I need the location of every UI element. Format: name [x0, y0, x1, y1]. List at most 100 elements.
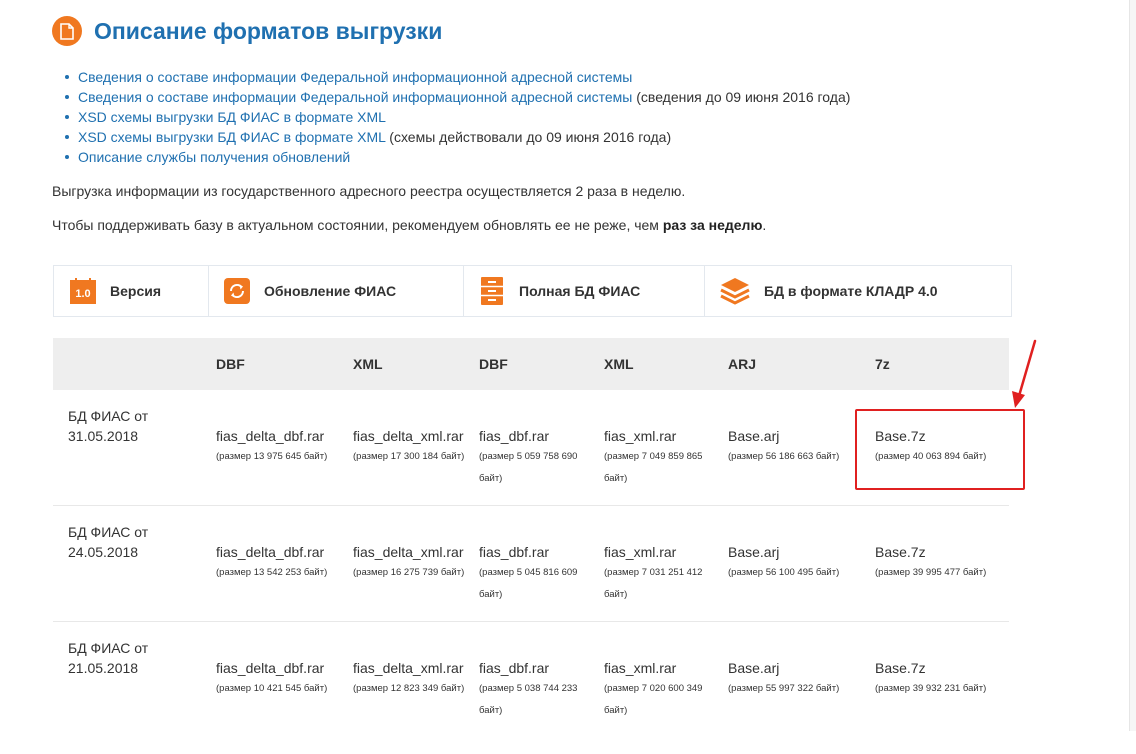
file-size: (размер 16 275 739 байт)	[353, 567, 465, 578]
file-size: (размер 17 300 184 байт)	[353, 451, 465, 462]
file-link[interactable]: fias_dbf.rar	[479, 658, 589, 678]
tab-full-db[interactable]: Полная БД ФИАС	[464, 266, 705, 316]
download-cell: Base.7z (размер 39 995 477 байт)	[875, 542, 1010, 584]
download-cell: fias_xml.rar (размер 7 049 859 865 байт)	[604, 426, 714, 490]
download-cell: Base.arj (размер 56 186 663 байт)	[728, 426, 863, 468]
file-link[interactable]: Base.7z	[875, 658, 1010, 678]
link-xsd-schemes-old[interactable]: XSD схемы выгрузки БД ФИАС в формате XML	[78, 129, 385, 145]
document-icon	[52, 16, 82, 46]
file-size: (размер 39 995 477 байт)	[875, 567, 987, 578]
download-cell: Base.arj (размер 56 100 495 байт)	[728, 542, 863, 584]
recommend-text: Чтобы поддерживать базу в актуальном сос…	[52, 217, 767, 233]
documentation-links: Сведения о составе информации Федерально…	[64, 67, 851, 167]
file-link[interactable]: fias_xml.rar	[604, 542, 714, 562]
row-date-label: БД ФИАС от 31.05.2018	[68, 408, 149, 444]
file-link[interactable]: Base.arj	[728, 542, 863, 562]
list-item: XSD схемы выгрузки БД ФИАС в формате XML	[64, 107, 850, 127]
file-size: (размер 7 020 600 349 байт)	[604, 683, 703, 716]
highlight-annotation-box	[855, 409, 1025, 490]
download-cell: fias_dbf.rar (размер 5 038 744 233 байт)	[479, 658, 589, 722]
download-cell: fias_delta_xml.rar (размер 12 823 349 ба…	[353, 658, 471, 700]
file-size: (размер 13 542 253 байт)	[216, 567, 328, 578]
download-cell: fias_xml.rar (размер 7 031 251 412 байт)	[604, 542, 714, 606]
tab-label: Полная БД ФИАС	[519, 283, 641, 299]
file-link[interactable]: fias_delta_dbf.rar	[216, 426, 334, 446]
link-note: (сведения до 09 июня 2016 года)	[632, 89, 851, 105]
list-item: Сведения о составе информации Федерально…	[64, 67, 850, 87]
file-link[interactable]: fias_dbf.rar	[479, 542, 589, 562]
file-size: (размер 7 031 251 412 байт)	[604, 567, 703, 600]
file-link[interactable]: Base.arj	[728, 426, 863, 446]
tab-label: Обновление ФИАС	[264, 283, 397, 299]
row-date-label: БД ФИАС от 21.05.2018	[68, 640, 149, 676]
download-cell: fias_delta_dbf.rar (размер 13 975 645 ба…	[216, 426, 334, 468]
download-cell: fias_dbf.rar (размер 5 045 816 609 байт)	[479, 542, 589, 606]
download-cell: fias_dbf.rar (размер 5 059 758 690 байт)	[479, 426, 589, 490]
file-link[interactable]: fias_delta_xml.rar	[353, 542, 471, 562]
column-header: ARJ	[728, 356, 757, 372]
download-cell: fias_delta_xml.rar (размер 17 300 184 ба…	[353, 426, 471, 468]
file-size: (размер 5 045 816 609 байт)	[479, 567, 578, 600]
tab-label: БД в формате КЛАДР 4.0	[764, 283, 938, 299]
download-cell: Base.7z (размер 39 932 231 байт)	[875, 658, 1010, 700]
column-header: DBF	[479, 356, 508, 372]
list-item: Сведения о составе информации Федерально…	[64, 87, 851, 107]
schedule-text: Выгрузка информации из государственного …	[52, 183, 686, 199]
download-cell: Base.arj (размер 55 997 322 байт)	[728, 658, 863, 700]
tab-kladr-db[interactable]: БД в формате КЛАДР 4.0	[705, 266, 1011, 316]
refresh-icon	[224, 278, 250, 304]
version-icon: 1.0	[70, 278, 96, 304]
column-header: 7z	[875, 356, 890, 372]
link-xsd-schemes[interactable]: XSD схемы выгрузки БД ФИАС в формате XML	[78, 109, 386, 125]
file-link[interactable]: fias_xml.rar	[604, 426, 714, 446]
link-fias-info[interactable]: Сведения о составе информации Федерально…	[78, 69, 632, 85]
tab-version[interactable]: 1.0 Версия	[54, 266, 209, 316]
list-item: XSD схемы выгрузки БД ФИАС в формате XML…	[64, 127, 850, 147]
page-title: Описание форматов выгрузки	[94, 17, 443, 44]
file-size: (размер 12 823 349 байт)	[353, 683, 465, 694]
file-size: (размер 55 997 322 байт)	[728, 683, 840, 694]
download-cell: fias_delta_dbf.rar (размер 10 421 545 ба…	[216, 658, 334, 700]
file-link[interactable]: fias_delta_xml.rar	[353, 426, 471, 446]
file-size: (размер 5 038 744 233 байт)	[479, 683, 578, 716]
download-cell: fias_xml.rar (размер 7 020 600 349 байт)	[604, 658, 714, 722]
file-size: (размер 7 049 859 865 байт)	[604, 451, 703, 484]
file-size: (размер 56 186 663 байт)	[728, 451, 840, 462]
table-header: DBF XML DBF XML ARJ 7z	[53, 338, 1009, 390]
row-divider	[53, 505, 1009, 506]
column-header: DBF	[216, 356, 245, 372]
row-divider	[53, 621, 1009, 622]
file-size: (размер 39 932 231 байт)	[875, 683, 987, 694]
svg-text:1.0: 1.0	[75, 288, 90, 300]
file-link[interactable]: Base.7z	[875, 542, 1010, 562]
column-header: XML	[604, 356, 634, 372]
link-fias-info-old[interactable]: Сведения о составе информации Федерально…	[78, 89, 632, 105]
download-cell: fias_delta_dbf.rar (размер 13 542 253 ба…	[216, 542, 334, 584]
file-size: (размер 56 100 495 байт)	[728, 567, 840, 578]
format-tabs: 1.0 Версия Обновление ФИАС Полная БД ФИА…	[53, 265, 1012, 317]
file-link[interactable]: fias_delta_dbf.rar	[216, 658, 334, 678]
file-link[interactable]: Base.arj	[728, 658, 863, 678]
page-header: Описание форматов выгрузки	[52, 16, 442, 46]
file-link[interactable]: fias_dbf.rar	[479, 426, 589, 446]
file-size: (размер 5 059 758 690 байт)	[479, 451, 578, 484]
table-row: БД ФИАС от 21.05.2018 fias_delta_dbf.rar…	[53, 638, 1009, 754]
recommend-bold: раз за неделю	[662, 217, 763, 233]
tab-label: Версия	[110, 283, 162, 299]
row-date-label: БД ФИАС от 24.05.2018	[68, 524, 149, 560]
page-scrollbar[interactable]	[1129, 0, 1136, 731]
file-size: (размер 10 421 545 байт)	[216, 683, 328, 694]
file-link[interactable]: fias_delta_xml.rar	[353, 658, 471, 678]
file-size: (размер 13 975 645 байт)	[216, 451, 328, 462]
column-header: XML	[353, 356, 383, 372]
list-item: Описание службы получения обновлений	[64, 147, 850, 167]
download-cell: fias_delta_xml.rar (размер 16 275 739 ба…	[353, 542, 471, 584]
cabinet-icon	[479, 277, 505, 305]
file-link[interactable]: fias_delta_dbf.rar	[216, 542, 334, 562]
link-update-service[interactable]: Описание службы получения обновлений	[78, 149, 350, 165]
tab-fias-update[interactable]: Обновление ФИАС	[209, 266, 464, 316]
link-note: (схемы действовали до 09 июня 2016 года)	[385, 129, 672, 145]
layers-icon	[720, 278, 750, 305]
file-link[interactable]: fias_xml.rar	[604, 658, 714, 678]
red-arrow-icon	[1012, 339, 1037, 408]
